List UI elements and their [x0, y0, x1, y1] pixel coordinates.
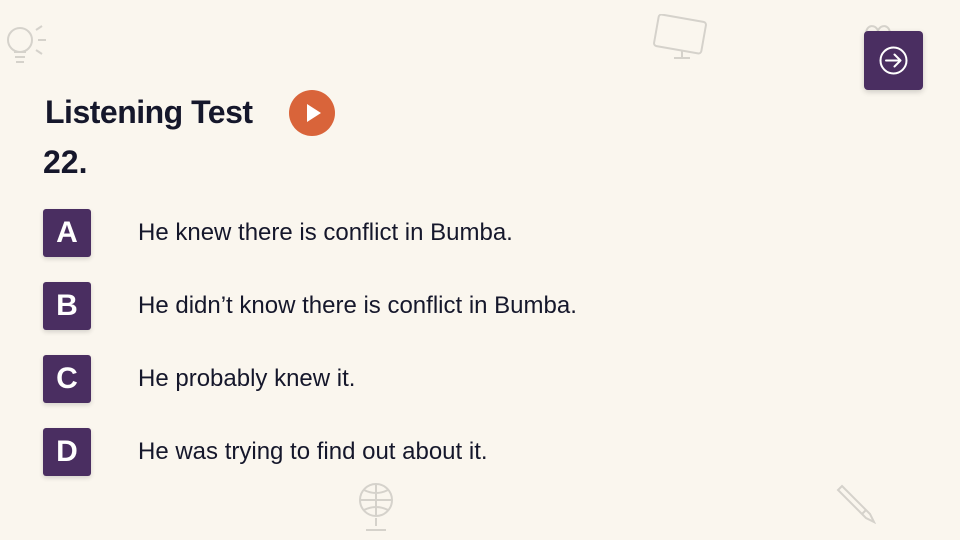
- option-b[interactable]: B He didn’t know there is conflict in Bu…: [43, 282, 743, 330]
- play-audio-button[interactable]: [289, 90, 335, 136]
- option-letter-badge[interactable]: A: [43, 209, 91, 257]
- page-title: Listening Test: [45, 94, 253, 130]
- option-a[interactable]: A He knew there is conflict in Bumba.: [43, 209, 743, 257]
- next-button[interactable]: [864, 31, 923, 90]
- globe-icon: [354, 478, 398, 536]
- option-d[interactable]: D He was trying to find out about it.: [43, 428, 743, 476]
- option-text[interactable]: He knew there is conflict in Bumba.: [138, 209, 513, 257]
- option-c[interactable]: C He probably knew it.: [43, 355, 743, 403]
- option-text[interactable]: He didn’t know there is conflict in Bumb…: [138, 282, 577, 330]
- arrow-right-circle-icon: [879, 46, 908, 75]
- option-text[interactable]: He probably knew it.: [138, 355, 355, 403]
- option-text[interactable]: He was trying to find out about it.: [138, 428, 488, 476]
- option-letter-badge[interactable]: D: [43, 428, 91, 476]
- pencil-icon: [836, 480, 880, 524]
- play-icon: [307, 104, 321, 122]
- option-letter-badge[interactable]: C: [43, 355, 91, 403]
- option-letter-badge[interactable]: B: [43, 282, 91, 330]
- question-number: 22.: [43, 144, 88, 180]
- monitor-icon: [650, 14, 710, 64]
- lightbulb-icon: [0, 22, 50, 74]
